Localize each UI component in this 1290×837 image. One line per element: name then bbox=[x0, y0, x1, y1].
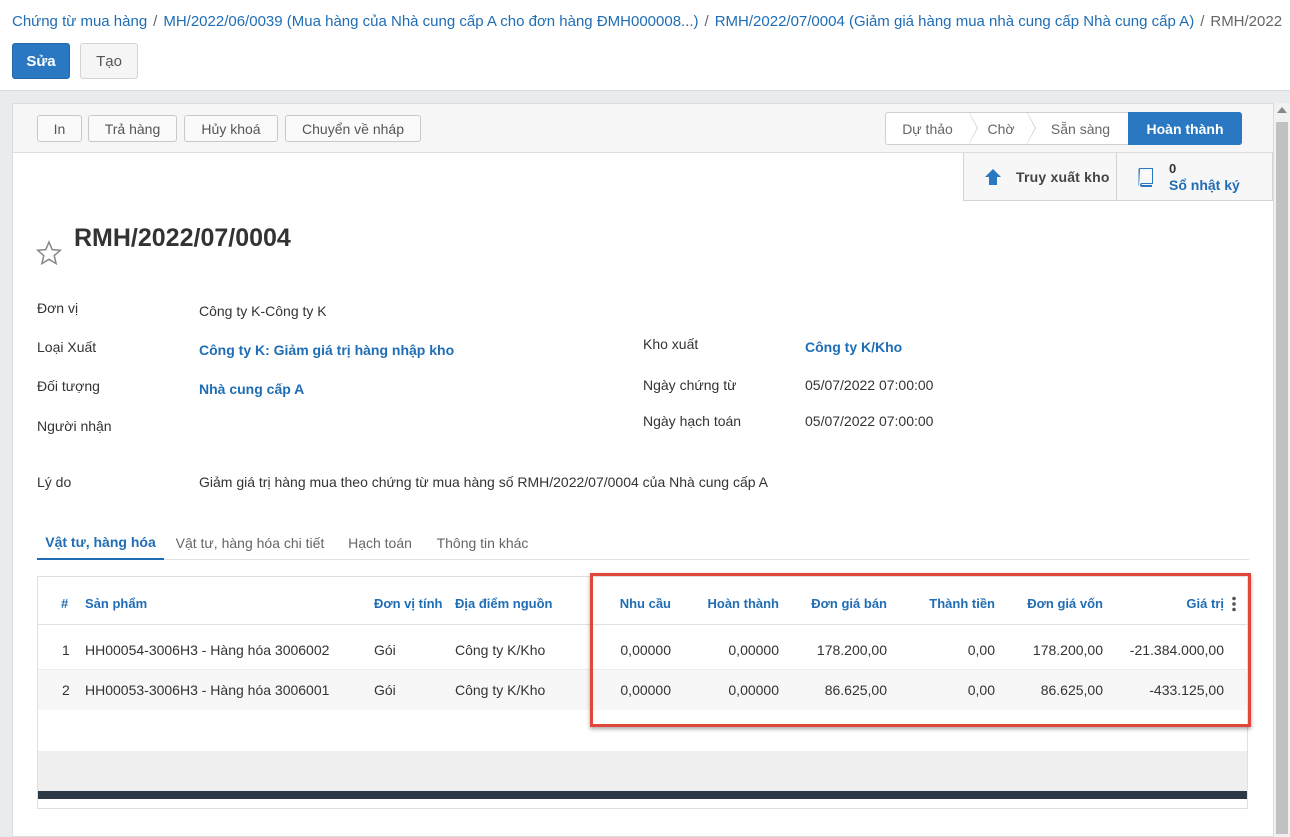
highlight-annotation-box bbox=[590, 573, 1251, 727]
stage-label: Sẵn sàng bbox=[1050, 120, 1111, 137]
partner-link[interactable]: Nhà cung cấp A bbox=[199, 381, 304, 397]
journal-label: Sổ nhật ký bbox=[1169, 176, 1240, 193]
breadcrumb-separator: / bbox=[153, 13, 158, 30]
breadcrumb-item-purchase-docs[interactable]: Chứng từ mua hàng bbox=[12, 13, 147, 30]
stock-trace-label: Truy xuất kho bbox=[1016, 168, 1110, 185]
col-header-source-location[interactable]: Địa điểm nguồn bbox=[455, 596, 553, 611]
breadcrumb-separator: / bbox=[704, 13, 709, 30]
journal-info: 0 Sổ nhật ký bbox=[1169, 160, 1240, 194]
export-type-label: Loại Xuất bbox=[37, 339, 97, 355]
unlock-button[interactable]: Hủy khoá bbox=[184, 115, 278, 142]
tab-other-info[interactable]: Thông tin khác bbox=[430, 525, 535, 560]
stage-ready[interactable]: Sẵn sàng bbox=[1027, 112, 1128, 145]
notebook-tabs: Vật tư, hàng hóa Vật tư, hàng hóa chi ti… bbox=[37, 525, 1249, 560]
reason-value: Giảm giá trị hàng mua theo chứng từ mua … bbox=[199, 474, 768, 490]
status-pipeline: Dự thảo Chờ Sẵn sàng Hoàn thành bbox=[885, 112, 1242, 145]
cell-uom: Gói bbox=[374, 642, 396, 658]
doc-date-value: 05/07/2022 07:00:00 bbox=[805, 377, 934, 393]
reset-to-draft-button[interactable]: Chuyển về nháp bbox=[285, 115, 421, 142]
stage-label: Chờ bbox=[987, 120, 1015, 137]
stage-draft[interactable]: Dự thảo bbox=[885, 112, 978, 145]
return-button[interactable]: Trả hàng bbox=[88, 115, 177, 142]
favorite-star-icon[interactable] bbox=[36, 240, 62, 266]
tab-goods-detail[interactable]: Vật tư, hàng hóa chi tiết bbox=[170, 525, 330, 560]
stage-label: Dự thảo bbox=[902, 120, 953, 137]
stage-done[interactable]: Hoàn thành bbox=[1128, 112, 1242, 145]
stock-trace-button[interactable]: Truy xuất kho bbox=[964, 153, 1118, 200]
col-header-index: # bbox=[61, 596, 69, 611]
scrollbar-thumb[interactable] bbox=[1276, 122, 1288, 834]
journal-button[interactable]: 0 Sổ nhật ký bbox=[1117, 153, 1272, 200]
scroll-up-arrow-icon[interactable] bbox=[1277, 107, 1287, 113]
cell-product: HH00054-3006H3 - Hàng hóa 3006002 bbox=[85, 642, 330, 658]
unit-label: Đơn vị bbox=[37, 300, 79, 316]
breadcrumb: Chứng từ mua hàng / MH/2022/06/0039 (Mua h… bbox=[12, 13, 1290, 30]
cell-product: HH00053-3006H3 - Hàng hóa 3006001 bbox=[85, 682, 330, 698]
create-button[interactable]: Tạo bbox=[80, 43, 138, 79]
breadcrumb-item-return-doc[interactable]: RMH/2022/07/0004 (Giảm giá hàng mua nhà … bbox=[715, 13, 1194, 30]
record-title: RMH/2022/07/0004 bbox=[74, 224, 291, 252]
export-type-link[interactable]: Công ty K: Giảm giá trị hàng nhập kho bbox=[199, 342, 454, 358]
cell-source-location: Công ty K/Kho bbox=[455, 682, 546, 698]
tab-accounting[interactable]: Hạch toán bbox=[341, 525, 419, 560]
unit-value: Công ty K-Công ty K bbox=[199, 303, 327, 319]
reason-label: Lý do bbox=[37, 474, 72, 490]
warehouse-label: Kho xuất bbox=[643, 336, 699, 352]
control-panel: Chứng từ mua hàng / MH/2022/06/0039 (Mua h… bbox=[0, 0, 1290, 91]
cell-source-location: Công ty K/Kho bbox=[455, 642, 546, 658]
table-footer-band bbox=[38, 751, 1247, 791]
breadcrumb-item-current: RMH/2022 bbox=[1210, 13, 1283, 30]
breadcrumb-item-purchase-order[interactable]: MH/2022/06/0039 (Mua hàng của Nhà cung c… bbox=[163, 13, 698, 30]
smart-buttons: Truy xuất kho 0 Sổ nhật ký bbox=[963, 153, 1273, 201]
acc-date-label: Ngày hạch toán bbox=[643, 413, 742, 429]
tab-goods[interactable]: Vật tư, hàng hóa bbox=[37, 525, 164, 560]
col-header-uom[interactable]: Đơn vị tính bbox=[374, 596, 442, 611]
edit-button[interactable]: Sửa bbox=[12, 43, 70, 79]
cell-index: 1 bbox=[62, 642, 70, 658]
partner-label: Đối tượng bbox=[37, 378, 100, 394]
book-icon bbox=[1138, 167, 1154, 187]
doc-date-label: Ngày chứng từ bbox=[643, 377, 737, 393]
acc-date-value: 05/07/2022 07:00:00 bbox=[805, 413, 934, 429]
stage-label: Hoàn thành bbox=[1146, 120, 1224, 137]
receiver-label: Người nhận bbox=[37, 418, 112, 434]
print-button[interactable]: In bbox=[37, 115, 82, 142]
breadcrumb-separator: / bbox=[1200, 13, 1205, 30]
journal-count: 0 bbox=[1169, 160, 1177, 176]
cell-uom: Gói bbox=[374, 682, 396, 698]
warehouse-link[interactable]: Công ty K/Kho bbox=[805, 339, 902, 355]
arrow-up-icon bbox=[985, 168, 1001, 185]
table-bottom-bar bbox=[38, 791, 1247, 799]
cell-index: 2 bbox=[62, 682, 70, 698]
col-header-product[interactable]: Sản phẩm bbox=[85, 596, 147, 611]
